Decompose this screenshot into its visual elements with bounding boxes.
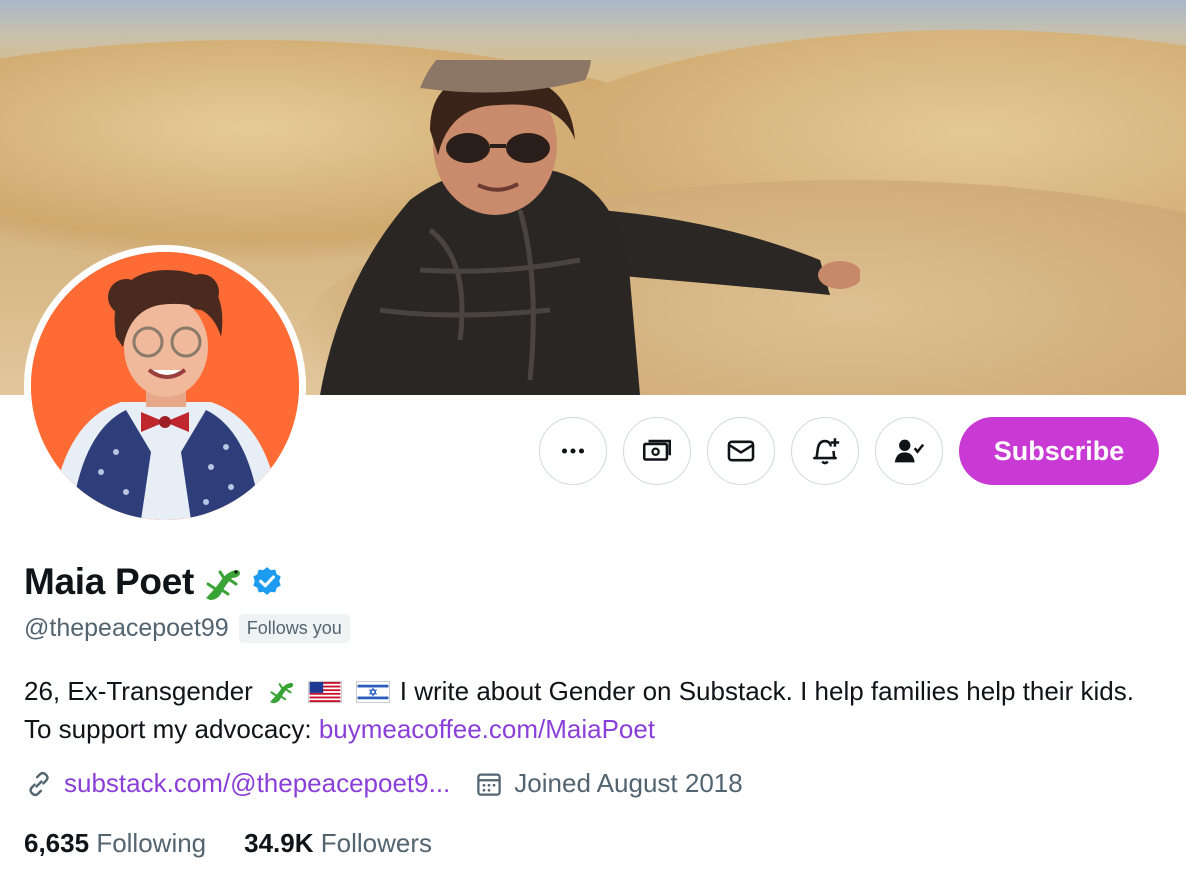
lizard-emoji-icon — [206, 570, 241, 600]
profile-name: Maia Poet — [24, 561, 195, 602]
profile-meta: substack.com/@thepeacepoet9... Joined Au… — [24, 768, 743, 799]
verified-badge-icon[interactable] — [250, 565, 284, 599]
followers-label: Followers — [320, 828, 433, 858]
more-icon — [561, 448, 585, 454]
following-button[interactable] — [875, 417, 943, 485]
following-count: 6,635 — [24, 828, 90, 858]
avatar-portrait — [31, 252, 299, 520]
money-icon — [642, 439, 672, 461]
tip-button[interactable] — [623, 417, 691, 485]
bell-plus-icon — [813, 438, 840, 465]
subscribe-button[interactable]: Subscribe — [959, 417, 1159, 485]
bio-text: 26, Ex-Transgender — [24, 676, 253, 706]
profile-name-row: Maia Poet — [24, 560, 284, 604]
website-link[interactable]: substack.com/@thepeacepoet9... — [64, 768, 450, 799]
profile-handle: @thepeacepoet99 — [24, 614, 229, 642]
profile-bio: 26, Ex-Transgender I write about Gender … — [24, 672, 1164, 748]
lizard-emoji-icon — [270, 682, 294, 704]
followers-count: 34.9K — [244, 828, 314, 858]
bio-link[interactable]: buymeacoffee.com/MaiaPoet — [319, 714, 655, 744]
website-item: substack.com/@thepeacepoet9... — [24, 768, 450, 799]
profile-stats: 6,635 Following 34.9K Followers — [24, 828, 432, 859]
following-link[interactable]: 6,635 Following — [24, 828, 206, 859]
banner-person-photo — [320, 60, 860, 395]
joined-date: Joined August 2018 — [514, 768, 743, 798]
followers-link[interactable]: 34.9K Followers — [244, 828, 432, 859]
notify-button[interactable] — [791, 417, 859, 485]
message-button[interactable] — [707, 417, 775, 485]
link-icon — [29, 771, 49, 796]
avatar-photo — [31, 252, 299, 520]
israel-flag-icon — [355, 681, 390, 703]
following-label: Following — [96, 828, 207, 858]
calendar-icon — [477, 773, 502, 796]
user-check-icon — [894, 439, 925, 463]
us-flag-icon — [308, 681, 343, 703]
profile-avatar[interactable] — [24, 245, 306, 527]
more-button[interactable] — [539, 417, 607, 485]
joined-item: Joined August 2018 — [474, 768, 743, 799]
follows-you-badge: Follows you — [238, 614, 350, 643]
profile-handle-row: @thepeacepoet99 Follows you — [24, 614, 350, 643]
profile-actions: Subscribe — [539, 417, 1159, 485]
mail-icon — [727, 440, 755, 462]
